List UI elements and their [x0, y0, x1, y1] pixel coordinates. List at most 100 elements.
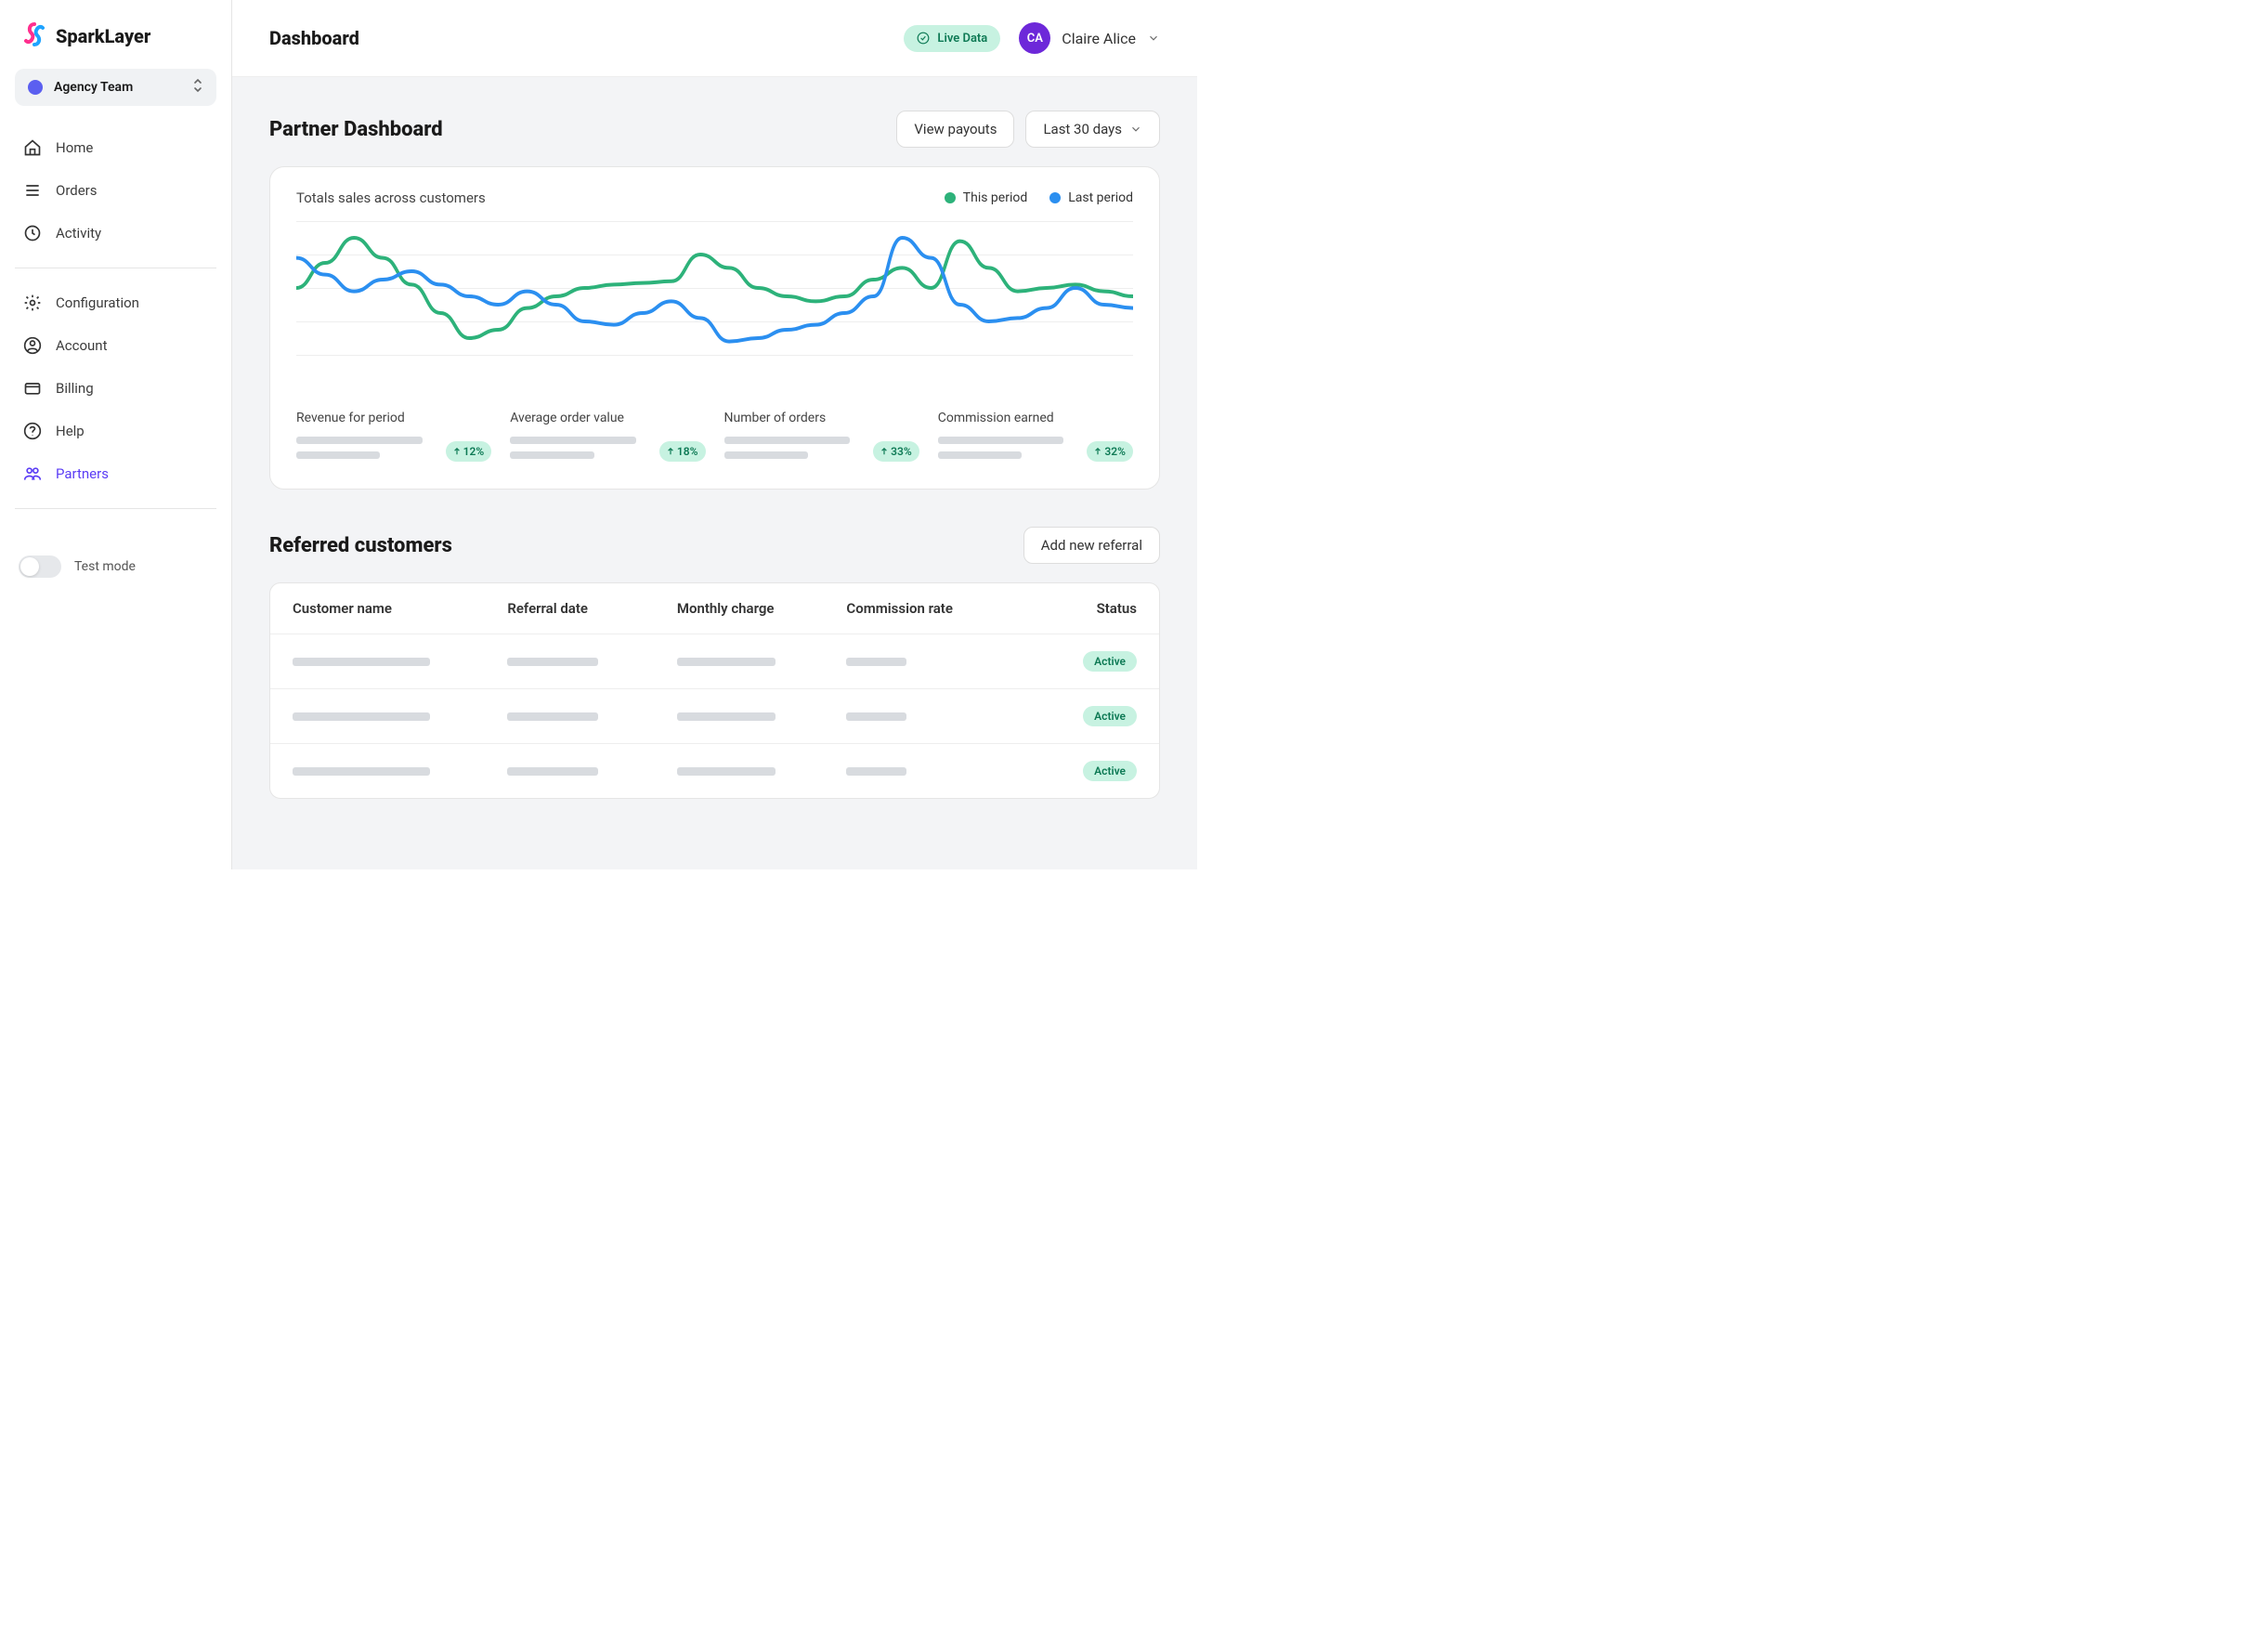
logo: SparkLayer [15, 22, 216, 69]
legend-dot-icon [1049, 192, 1061, 203]
logo-icon [22, 22, 46, 50]
nav-item-billing[interactable]: Billing [15, 369, 216, 408]
partner-dashboard-header: Partner Dashboard View payouts Last 30 d… [269, 111, 1160, 148]
nav-item-account[interactable]: Account [15, 326, 216, 365]
nav-label: Partners [56, 465, 109, 482]
chart-title: Totals sales across customers [296, 189, 945, 206]
nav-label: Billing [56, 380, 94, 397]
live-data-pill: Live Data [904, 25, 1000, 52]
chevron-down-icon [1129, 123, 1142, 136]
metric-value-skeleton [510, 437, 650, 466]
table-row[interactable]: Active [270, 743, 1159, 798]
cell-skeleton [507, 712, 598, 721]
col-commission-rate: Commission rate [846, 600, 997, 617]
avatar: CA [1019, 22, 1050, 54]
add-referral-button[interactable]: Add new referral [1023, 527, 1160, 564]
home-icon [22, 137, 43, 158]
nav-item-home[interactable]: Home [15, 128, 216, 167]
chevron-down-icon [1147, 32, 1160, 45]
live-data-label: Live Data [937, 32, 987, 46]
partner-dashboard-title: Partner Dashboard [269, 118, 896, 141]
test-mode-label: Test mode [74, 559, 136, 574]
test-mode-toggle[interactable] [19, 555, 61, 578]
delta-badge: 12% [446, 441, 492, 462]
referred-table: Customer name Referral date Monthly char… [269, 582, 1160, 799]
chart-header: Totals sales across customers This perio… [296, 189, 1133, 206]
metric-commission: Commission earned 32% [938, 411, 1133, 466]
sidebar: SparkLayer Agency Team Home Orders Activ… [0, 0, 232, 869]
table-header-row: Customer name Referral date Monthly char… [270, 583, 1159, 634]
nav-label: Configuration [56, 294, 139, 311]
arrow-up-icon [1094, 448, 1101, 455]
delta-badge: 32% [1087, 441, 1133, 462]
user-menu[interactable]: CA Claire Alice [1019, 22, 1160, 54]
nav-label: Help [56, 423, 85, 439]
nav-item-help[interactable]: Help [15, 412, 216, 451]
main: Dashboard Live Data CA Claire Alice Part… [232, 0, 1197, 869]
nav-item-activity[interactable]: Activity [15, 214, 216, 253]
status-badge: Active [1083, 651, 1137, 672]
test-mode-row: Test mode [15, 546, 216, 587]
team-selector[interactable]: Agency Team [15, 69, 216, 106]
nav-item-configuration[interactable]: Configuration [15, 283, 216, 322]
brand-text: SparkLayer [56, 25, 150, 47]
nav-secondary: Configuration Account Billing Help Partn… [15, 283, 216, 493]
cell-skeleton [293, 658, 430, 666]
dashboard-actions: View payouts Last 30 days [896, 111, 1160, 148]
metric-orders: Number of orders 33% [724, 411, 919, 466]
user-name: Claire Alice [1062, 30, 1136, 47]
metric-revenue: Revenue for period 12% [296, 411, 491, 466]
content: Partner Dashboard View payouts Last 30 d… [232, 77, 1197, 869]
cell-skeleton [846, 767, 906, 776]
nav-label: Orders [56, 182, 98, 199]
nav-item-partners[interactable]: Partners [15, 454, 216, 493]
metrics-row: Revenue for period 12% Average order va [296, 411, 1133, 466]
referred-header: Referred customers Add new referral [269, 527, 1160, 564]
users-icon [22, 464, 43, 484]
cell-skeleton [846, 658, 906, 666]
status-badge: Active [1083, 761, 1137, 781]
chevron-sort-icon [192, 78, 203, 97]
arrow-up-icon [667, 448, 674, 455]
arrow-up-icon [453, 448, 461, 455]
table-row[interactable]: Active [270, 634, 1159, 688]
status-badge: Active [1083, 706, 1137, 726]
legend-this-period: This period [945, 190, 1027, 205]
arrow-up-icon [880, 448, 888, 455]
card-icon [22, 378, 43, 398]
nav-primary: Home Orders Activity [15, 128, 216, 253]
chart-area [296, 221, 1133, 388]
team-label: Agency Team [54, 80, 181, 95]
cell-skeleton [677, 658, 776, 666]
topbar: Dashboard Live Data CA Claire Alice [232, 0, 1197, 77]
view-payouts-button[interactable]: View payouts [896, 111, 1014, 148]
list-icon [22, 180, 43, 201]
toggle-knob [20, 557, 39, 576]
referred-title: Referred customers [269, 534, 1023, 557]
user-icon [22, 335, 43, 356]
sales-chart-card: Totals sales across customers This perio… [269, 166, 1160, 490]
nav-label: Home [56, 139, 93, 156]
metric-aov: Average order value 18% [510, 411, 705, 466]
metric-value-skeleton [724, 437, 865, 466]
delta-badge: 33% [873, 441, 919, 462]
col-referral-date: Referral date [507, 600, 658, 617]
legend-dot-icon [945, 192, 956, 203]
cell-skeleton [507, 658, 598, 666]
metric-value-skeleton [938, 437, 1078, 466]
nav-label: Account [56, 337, 108, 354]
col-customer: Customer name [293, 600, 489, 617]
table-row[interactable]: Active [270, 688, 1159, 743]
cell-skeleton [293, 712, 430, 721]
nav-label: Activity [56, 225, 101, 242]
nav-item-orders[interactable]: Orders [15, 171, 216, 210]
date-range-select[interactable]: Last 30 days [1025, 111, 1160, 148]
referred-section: Referred customers Add new referral Cust… [269, 527, 1160, 799]
cell-skeleton [677, 712, 776, 721]
col-monthly-charge: Monthly charge [677, 600, 828, 617]
help-icon [22, 421, 43, 441]
clock-icon [22, 223, 43, 243]
page-title: Dashboard [269, 27, 904, 49]
nav-divider [15, 508, 216, 509]
col-status: Status [1016, 600, 1137, 617]
